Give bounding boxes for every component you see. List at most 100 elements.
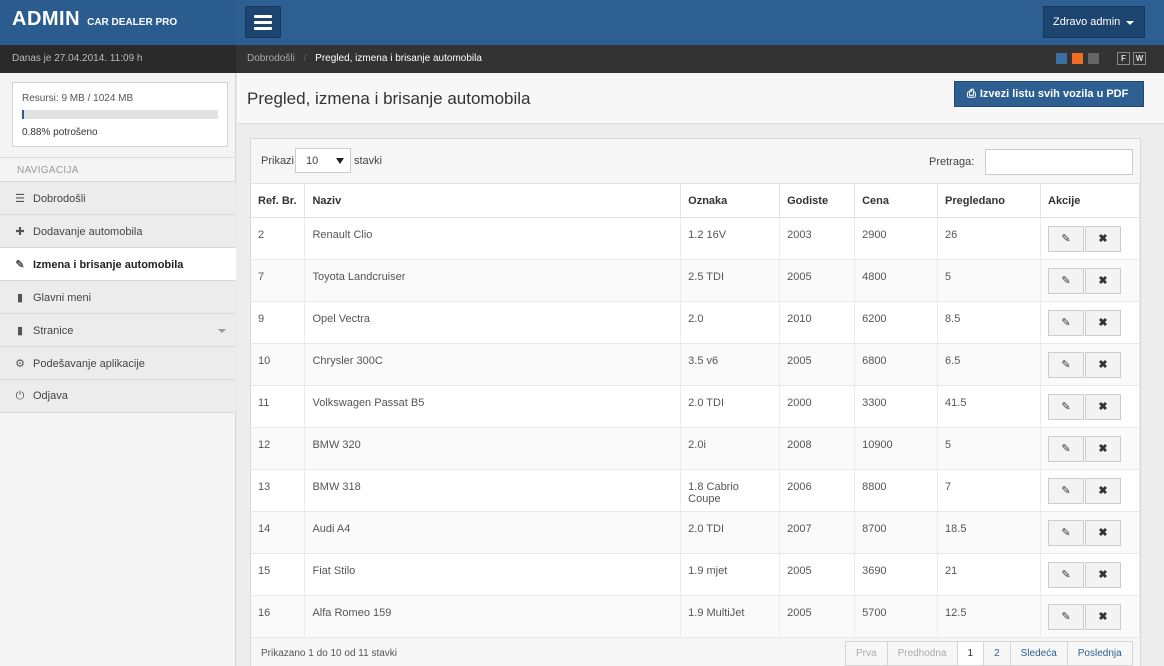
table-cell: 1.9 MultiJet	[680, 595, 781, 638]
pager-button[interactable]: Sledeća	[1009, 641, 1068, 666]
table-cell: 2.5 TDI	[680, 259, 781, 302]
row-actions: ✎ ✖	[1040, 427, 1140, 470]
table-cell: 3690	[854, 553, 939, 596]
search-label: Pretraga:	[929, 156, 975, 168]
sidebar-item-3[interactable]: ✎ Izmena i brisanje automobila	[0, 247, 236, 280]
delete-button[interactable]: ✖	[1085, 310, 1121, 336]
pager-button[interactable]: Poslednja	[1066, 641, 1133, 666]
theme-swatch-1[interactable]	[1056, 53, 1067, 64]
pager-button: Predhodna	[886, 641, 958, 666]
delete-button[interactable]: ✖	[1085, 226, 1121, 252]
delete-button[interactable]: ✖	[1085, 520, 1121, 546]
column-header[interactable]: Ref. Br.	[251, 183, 306, 218]
edit-button[interactable]: ✎	[1048, 562, 1084, 588]
sidebar-item-4[interactable]: ▮ Glavni meni	[0, 280, 236, 313]
table-cell: 2005	[779, 343, 856, 386]
table-cell: 8.5	[937, 301, 1041, 344]
sidebar-item-5[interactable]: ▮ Stranice	[0, 313, 236, 346]
table-row: 15 Fiat Stilo 1.9 mjet 2005 3690 21 ✎ ✖	[251, 553, 1140, 596]
edit-button[interactable]: ✎	[1048, 436, 1084, 462]
nav-divider	[0, 412, 236, 413]
table-cell: 10	[251, 343, 306, 386]
brand-main: ADMIN	[12, 8, 81, 30]
main-content: Pregled, izmena i brisanje automobila ⎙ I…	[237, 73, 1164, 666]
table-cell: 8700	[854, 511, 939, 554]
edit-button[interactable]: ✎	[1048, 352, 1084, 378]
delete-button[interactable]: ✖	[1085, 394, 1121, 420]
sidebar-item-1[interactable]: ☰ Dobrodošli	[0, 181, 236, 214]
table-cell: 6.5	[937, 343, 1041, 386]
sidebar-item-label: Dobrodošli	[33, 193, 86, 205]
caret-down-icon	[1126, 21, 1134, 25]
table-cell: 14	[251, 511, 306, 554]
table-cell: 1.9 mjet	[680, 553, 781, 596]
brand-logo[interactable]: ADMIN CAR DEALER PRO	[0, 0, 236, 45]
table-row: 7 Toyota Landcruiser 2.5 TDI 2005 4800 5 ✎ ✖	[251, 259, 1140, 302]
table-cell: 2.0i	[680, 427, 781, 470]
layout-button-f[interactable]: F	[1117, 52, 1130, 65]
edit-button[interactable]: ✎	[1048, 394, 1084, 420]
sidebar-item-label: Stranice	[33, 325, 74, 337]
sidebar-item-2[interactable]: ✚ Dodavanje automobila	[0, 214, 236, 247]
table-cell: 2005	[779, 259, 856, 302]
pager-button[interactable]: 1	[956, 641, 985, 666]
delete-button[interactable]: ✖	[1085, 604, 1121, 630]
column-header[interactable]: Akcije	[1040, 183, 1140, 218]
table-cell: 12.5	[937, 595, 1041, 638]
row-actions: ✎ ✖	[1040, 301, 1140, 344]
theme-swatch-3[interactable]	[1088, 53, 1099, 64]
sidebar-item-7[interactable]: ⏻ Odjava	[0, 379, 236, 412]
table-cell: 1.2 16V	[680, 217, 781, 260]
table-row: 11 Volkswagen Passat B5 2.0 TDI 2000 3300 41.…	[251, 385, 1140, 428]
column-header[interactable]: Naziv	[304, 183, 682, 218]
sidebar-item-label: Glavni meni	[33, 292, 92, 304]
table-row: 13 BMW 318 1.8 Cabrio Coupe 2006 8800 7 ✎ ✖	[251, 469, 1140, 512]
delete-button[interactable]: ✖	[1085, 478, 1121, 504]
export-pdf-label: Izvezi listu svih vozila u PDF	[979, 88, 1129, 100]
table-row: 9 Opel Vectra 2.0 2010 6200 8.5 ✎ ✖	[251, 301, 1140, 344]
sidebar-nav: ☰ Dobrodošli ✚ Dodavanje automobila ✎ Izmena …	[0, 181, 236, 413]
delete-button[interactable]: ✖	[1085, 436, 1121, 462]
table-cell: 3.5 v6	[680, 343, 781, 386]
table-cell: 2.0	[680, 301, 781, 344]
user-label: Zdravo admin	[1053, 16, 1121, 28]
table-cell: Alfa Romeo 159	[304, 595, 682, 638]
column-header[interactable]: Godiste	[779, 183, 856, 218]
table-body: 2 Renault Clio 1.2 16V 2003 2900 26 ✎ ✖ 7 Toyota …	[251, 217, 1140, 638]
breadcrumb-home[interactable]: Dobrodošli	[247, 53, 295, 64]
table-cell: Opel Vectra	[304, 301, 682, 344]
gear-icon: ⚙	[15, 358, 25, 370]
delete-button[interactable]: ✖	[1085, 562, 1121, 588]
theme-swatch-2[interactable]	[1072, 53, 1083, 64]
row-actions: ✎ ✖	[1040, 553, 1140, 596]
row-actions: ✎ ✖	[1040, 385, 1140, 428]
table-cell: 2005	[779, 553, 856, 596]
edit-button[interactable]: ✎	[1048, 604, 1084, 630]
page-size-select[interactable]: 10	[295, 148, 351, 173]
edit-button[interactable]: ✎	[1048, 310, 1084, 336]
user-menu-button[interactable]: Zdravo admin	[1043, 6, 1145, 38]
column-header[interactable]: Cena	[854, 183, 939, 218]
delete-button[interactable]: ✖	[1085, 268, 1121, 294]
delete-button[interactable]: ✖	[1085, 352, 1121, 378]
table-cell: Toyota Landcruiser	[304, 259, 682, 302]
sidebar-item-6[interactable]: ⚙ Podešavanje aplikacije	[0, 346, 236, 379]
edit-button[interactable]: ✎	[1048, 520, 1084, 546]
pager-button[interactable]: 2	[983, 641, 1011, 666]
edit-button[interactable]: ✎	[1048, 268, 1084, 294]
font-width-buttons: FW	[1117, 52, 1146, 65]
edit-button[interactable]: ✎	[1048, 478, 1084, 504]
column-header[interactable]: Oznaka	[680, 183, 781, 218]
printer-icon: ⎙	[967, 88, 976, 100]
edit-button[interactable]: ✎	[1048, 226, 1084, 252]
row-actions: ✎ ✖	[1040, 511, 1140, 554]
row-actions: ✎ ✖	[1040, 259, 1140, 302]
sidebar-item-label: Odjava	[33, 390, 68, 402]
table-cell: 5	[937, 427, 1041, 470]
menu-toggle-button[interactable]	[245, 6, 281, 38]
layout-button-w[interactable]: W	[1133, 52, 1146, 65]
column-header[interactable]: Pregledano	[937, 183, 1041, 218]
table-cell: 13	[251, 469, 306, 512]
search-input[interactable]	[985, 149, 1133, 175]
export-pdf-button[interactable]: ⎙ Izvezi listu svih vozila u PDF	[954, 81, 1144, 107]
